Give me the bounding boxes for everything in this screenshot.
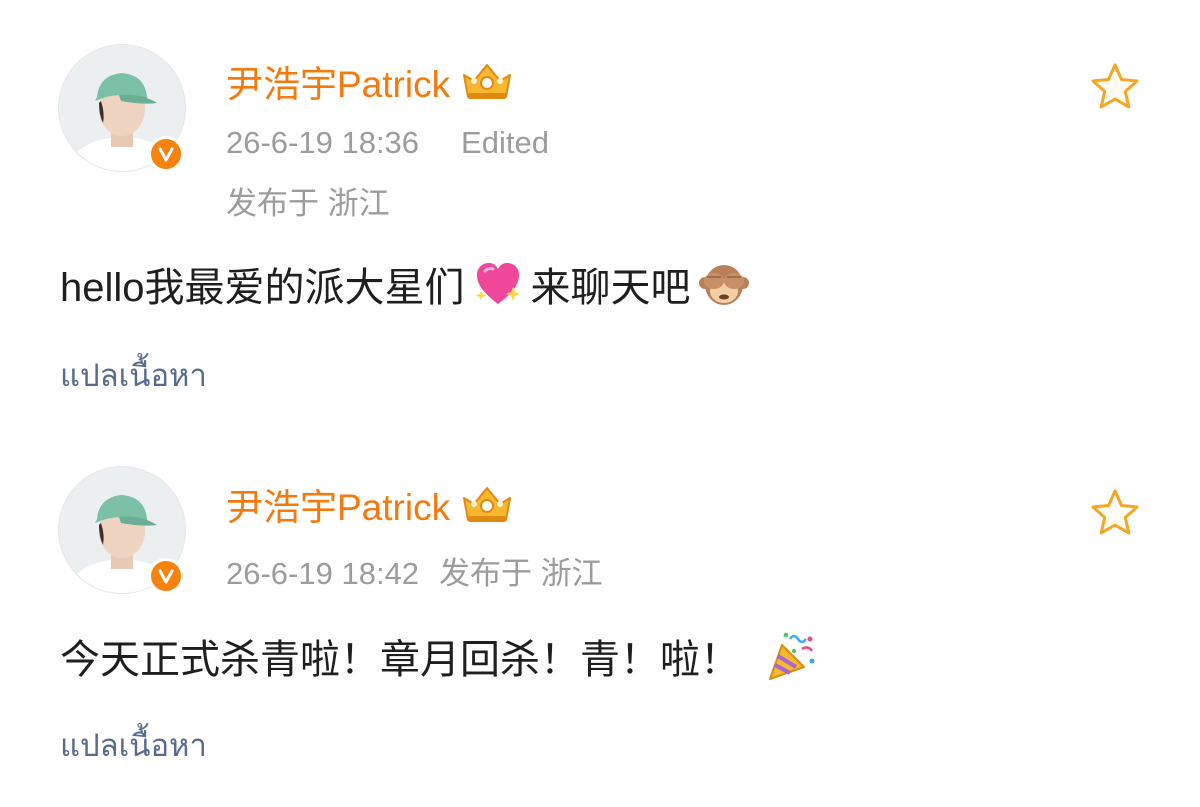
- star-outline-icon[interactable]: [1088, 486, 1142, 540]
- post-location: 发布于 浙江: [226, 186, 390, 221]
- content-text-tail: 来聊天吧: [530, 266, 691, 310]
- edited-label[interactable]: Edited: [461, 125, 549, 160]
- username-link[interactable]: 尹浩宇Patrick: [226, 477, 450, 531]
- verified-v-icon: [158, 147, 174, 162]
- username-row: 尹浩宇Patrick: [226, 479, 514, 529]
- comment-feed: 尹浩宇Patrick 26-6-19 18:36 Edited 发布于 浙江 he…: [0, 0, 1200, 807]
- verified-badge: [148, 136, 184, 172]
- crown-badge-icon[interactable]: [460, 59, 514, 103]
- username-link[interactable]: 尹浩宇Patrick: [226, 54, 450, 108]
- post-item: 尹浩宇Patrick 26-6-19 18:36 Edited 发布于 浙江 he…: [0, 0, 1200, 430]
- post-content: hello我最爱的派大星们 来聊天吧: [60, 254, 757, 314]
- verified-v-icon: [158, 569, 174, 584]
- star-outline-icon[interactable]: [1088, 60, 1142, 114]
- post-meta: 26-6-19 18:36 Edited: [226, 125, 549, 161]
- post-timestamp: 26-6-19 18:42: [226, 556, 420, 591]
- avatar-container[interactable]: [58, 44, 186, 172]
- avatar-container[interactable]: [58, 466, 186, 594]
- translate-link[interactable]: แปลเนื้อหา: [60, 350, 207, 400]
- translate-link[interactable]: แปลเนื้อหา: [60, 720, 207, 770]
- post-meta: 26-6-19 18:42 发布于 浙江: [226, 548, 603, 593]
- party-popper-emoji: [769, 632, 815, 680]
- post-timestamp: 26-6-19 18:36: [226, 125, 420, 160]
- post-content: 今天正式杀青啦！章月回杀！青！啦！: [60, 626, 824, 686]
- post-location: 发布于 浙江: [439, 556, 603, 591]
- see-no-evil-monkey-emoji: [698, 265, 749, 305]
- username-row: 尹浩宇Patrick: [226, 56, 514, 106]
- content-text: hello我最爱的派大星们: [60, 266, 465, 310]
- verified-badge: [148, 558, 184, 594]
- sparkling-heart-emoji: [475, 263, 520, 304]
- content-text: 今天正式杀青啦！章月回杀！青！啦！: [60, 638, 740, 682]
- crown-badge-icon[interactable]: [460, 482, 514, 526]
- post-item: 尹浩宇Patrick 26-6-19 18:42 发布于 浙江 今天正式杀青啦！章…: [0, 430, 1200, 807]
